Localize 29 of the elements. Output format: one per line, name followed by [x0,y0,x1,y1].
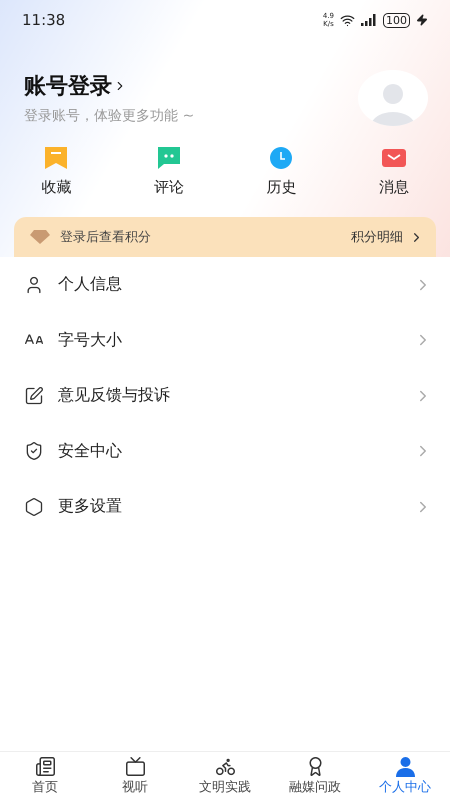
menu-item[interactable]: 更多设置 [0,479,450,534]
menu-item[interactable]: 个人信息 [0,257,450,312]
tv-icon [124,756,146,777]
menu-item[interactable]: 意见反馈与投诉 [0,368,450,424]
login-subtitle: 登录账号，体验更多功能 ~ [24,107,196,125]
menu-item[interactable]: 安全中心 [0,424,450,479]
shortcut-button[interactable]: 收藏 [0,146,112,197]
points-hint: 登录后查看积分 [60,229,152,246]
diamond-icon [30,230,50,244]
charging-icon [416,14,428,26]
person-icon [394,756,416,777]
shield-icon [24,441,44,462]
nav-tab[interactable]: 融媒问政 [270,752,360,800]
nav-tab[interactable]: 文明实践 [180,752,270,800]
menu-item[interactable]: 字号大小 [0,312,450,368]
shortcut-button[interactable]: 消息 [338,146,450,197]
battery-level: 100 [383,12,410,28]
shortcut-button[interactable]: 评论 [112,146,225,197]
wifi-icon [340,12,355,28]
nav-tab[interactable]: 首页 [0,752,90,800]
account-login-title[interactable]: 账号登录 [24,71,112,101]
points-detail-link[interactable]: 积分明细 [351,228,424,246]
nav-tab[interactable]: 个人中心 [360,752,450,800]
edit-icon [24,386,44,406]
clock-time: 11:38 [22,11,66,29]
avatar[interactable] [358,70,428,126]
nav-tab[interactable]: 视听 [90,752,180,800]
signal-icon [361,14,377,26]
shortcut-button[interactable]: 历史 [225,146,338,197]
